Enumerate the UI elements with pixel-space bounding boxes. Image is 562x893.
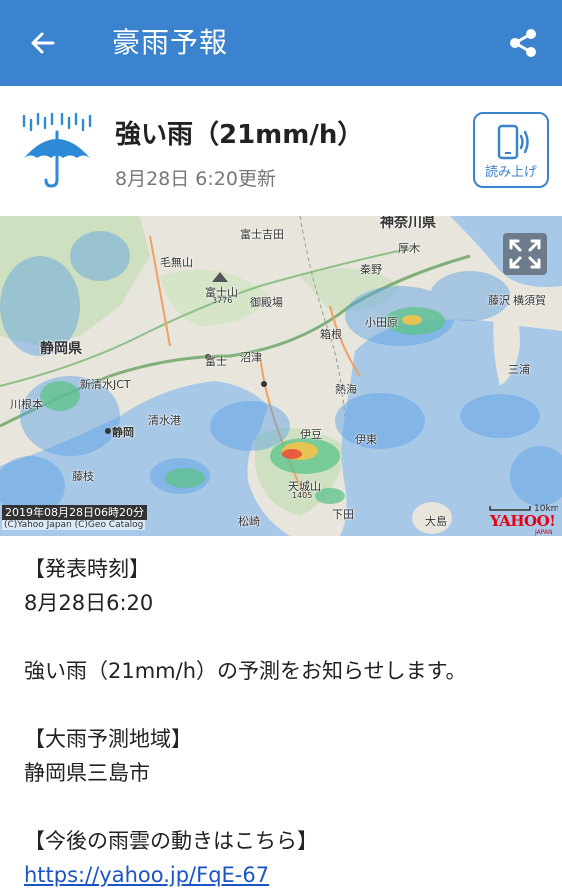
map-label-hakone: 箱根 <box>320 328 342 341</box>
alert-body: 【発表時刻】 8月28日6:20 強い雨（21mm/h）の予測をお知らせします。… <box>24 552 554 892</box>
map-label-oshima: 大島 <box>425 515 447 528</box>
map-label-matsuzaki: 松崎 <box>238 515 260 528</box>
map-label-jct: 新清水JCT <box>80 378 131 391</box>
share-icon <box>510 29 536 57</box>
map-label-kenashiyama: 毛無山 <box>160 256 193 269</box>
area-header: 【大雨予測地域】 <box>24 727 192 751</box>
rain-radar-map[interactable]: 神奈川県 静岡県 富士山 3776 富士吉田 毛無山 御殿場 富士 沼津 熱海 … <box>0 216 562 536</box>
updated-time: 8月28日 6:20更新 <box>115 168 276 190</box>
read-aloud-button[interactable]: 読み上げ <box>473 112 549 188</box>
map-label-odawara: 小田原 <box>365 316 398 329</box>
map-label-kanagawa: 神奈川県 <box>380 216 436 231</box>
fullscreen-button[interactable] <box>503 233 547 275</box>
map-label-fujieda: 藤枝 <box>72 470 94 483</box>
map-label-ito: 伊東 <box>355 433 377 446</box>
app-bar: 豪雨予報 <box>0 0 562 86</box>
map-label-atami: 熱海 <box>335 383 357 396</box>
alert-title: 強い雨（21mm/h） <box>115 120 364 150</box>
map-label-yokosuka: 横須賀 <box>513 294 546 307</box>
forecast-message: 強い雨（21mm/h）の予測をお知らせします。 <box>24 659 467 683</box>
map-label-shizuoka: 静岡県 <box>40 341 82 357</box>
area-name: 静岡県三島市 <box>24 761 150 785</box>
map-label-gotemba: 御殿場 <box>250 296 283 309</box>
map-label-fujisan-elev: 3776 <box>212 296 233 305</box>
yahoo-logo-sub: JAPAN <box>535 529 553 536</box>
page-title: 豪雨予報 <box>112 26 229 59</box>
map-label-fujiyoshida: 富士吉田 <box>240 228 284 241</box>
map-label-numazu: 沼津 <box>240 351 262 364</box>
share-button[interactable] <box>502 22 544 64</box>
map-label-miura: 三浦 <box>508 363 530 376</box>
map-copyright: (C)Yahoo Japan (C)Geo Catalog <box>2 520 146 530</box>
map-label-hadano: 秦野 <box>360 263 382 276</box>
announce-header: 【発表時刻】 <box>24 557 150 581</box>
rain-cloud-link[interactable]: https://yahoo.jp/FqE-67 <box>24 863 269 887</box>
umbrella-rain-icon <box>22 112 92 188</box>
movement-header: 【今後の雨雲の動きはこちら】 <box>24 829 318 853</box>
read-aloud-label: 読み上げ <box>484 165 537 180</box>
map-label-shimizu-port: 清水港 <box>148 414 181 427</box>
arrow-left-icon <box>31 32 55 54</box>
map-label-fujisawa: 藤沢 <box>488 294 510 307</box>
back-button[interactable] <box>22 22 64 64</box>
map-label-shimoda: 下田 <box>332 508 354 521</box>
announce-time: 8月28日6:20 <box>24 591 154 615</box>
map-label-kawane: 川根本 <box>10 398 43 411</box>
expand-icon <box>509 239 541 269</box>
radar-timestamp: 2019年08月28日06時20分 <box>2 505 147 520</box>
map-label-atsugi: 厚木 <box>398 242 420 255</box>
map-label-fuji: 富士 <box>205 355 227 368</box>
speaker-phone-icon <box>497 124 529 160</box>
map-label-amagi-elev: 1405 <box>292 491 313 500</box>
yahoo-logo: YAHOO! <box>490 512 556 530</box>
map-label-shizuoka-city: 静岡 <box>112 426 134 439</box>
map-label-izu: 伊豆 <box>300 428 322 441</box>
